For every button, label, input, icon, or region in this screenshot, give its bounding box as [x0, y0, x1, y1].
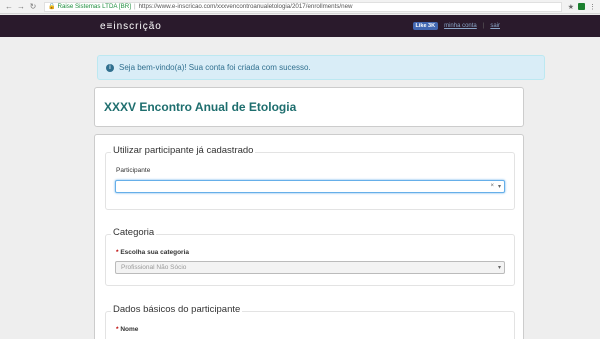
brand-logo[interactable]: e≡inscrição [100, 21, 162, 32]
participant-data-fieldset: Dados básicos do participante * Nome [105, 304, 515, 339]
name-label-text: Nome [120, 326, 139, 333]
browser-toolbar: ← → ↻ 🔒 Raise Sistemas LTDA [BR] | https… [0, 0, 600, 14]
category-value: Profissional Não Sócio [121, 264, 187, 271]
site-identity: Raise Sistemas LTDA [BR] [57, 3, 131, 10]
participant-data-legend: Dados básicos do participante [111, 304, 243, 315]
welcome-alert: i Seja bem-vindo(a)! Sua conta foi criad… [97, 55, 545, 80]
participant-select[interactable]: × ▾ [115, 180, 505, 193]
lock-icon: 🔒 [48, 4, 56, 10]
reload-icon[interactable]: ↻ [28, 2, 38, 12]
alert-message: Seja bem-vindo(a)! Sua conta foi criada … [119, 63, 311, 72]
category-label-text: Escolha sua categoria [120, 249, 189, 256]
category-select[interactable]: Profissional Não Sócio ▾ [115, 261, 505, 274]
menu-icon[interactable]: ⋮ [589, 3, 596, 11]
url-separator: | [133, 3, 136, 10]
page-title: XXXV Encontro Anual de Etologia [104, 100, 297, 114]
my-account-link[interactable]: minha conta [444, 23, 477, 29]
nav-divider: | [482, 23, 485, 29]
category-legend: Categoria [111, 227, 157, 238]
event-title-panel: XXXV Encontro Anual de Etologia [94, 87, 524, 127]
forward-icon[interactable]: → [16, 2, 26, 12]
required-mark: * [116, 326, 119, 333]
chevron-down-icon: ▾ [497, 184, 501, 190]
required-mark: * [116, 249, 119, 256]
address-bar[interactable]: 🔒 Raise Sistemas LTDA [BR] | https://www… [44, 1, 562, 12]
category-label: * Escolha sua categoria [116, 249, 189, 256]
url-text: https://www.e-inscricao.com/xxxvencontro… [138, 3, 353, 10]
app-navbar: e≡inscrição Like 3K minha conta | sair [0, 15, 600, 37]
back-icon[interactable]: ← [4, 2, 14, 12]
existing-participant-legend: Utilizar participante já cadastrado [111, 145, 256, 156]
logout-link[interactable]: sair [490, 23, 500, 29]
participant-label: Participante [116, 167, 151, 174]
clear-icon[interactable]: × [490, 183, 494, 189]
bookmark-star-icon[interactable]: ★ [568, 3, 574, 11]
info-icon: i [106, 63, 114, 72]
extension-icon[interactable] [578, 3, 585, 10]
chevron-down-icon: ▾ [497, 265, 501, 271]
name-label: * Nome [116, 326, 138, 333]
enrollment-form: Utilizar participante já cadastrado Part… [94, 134, 524, 339]
category-fieldset: Categoria * Escolha sua categoria Profis… [105, 227, 515, 286]
existing-participant-fieldset: Utilizar participante já cadastrado Part… [105, 145, 515, 210]
facebook-like-button[interactable]: Like 3K [412, 22, 439, 30]
